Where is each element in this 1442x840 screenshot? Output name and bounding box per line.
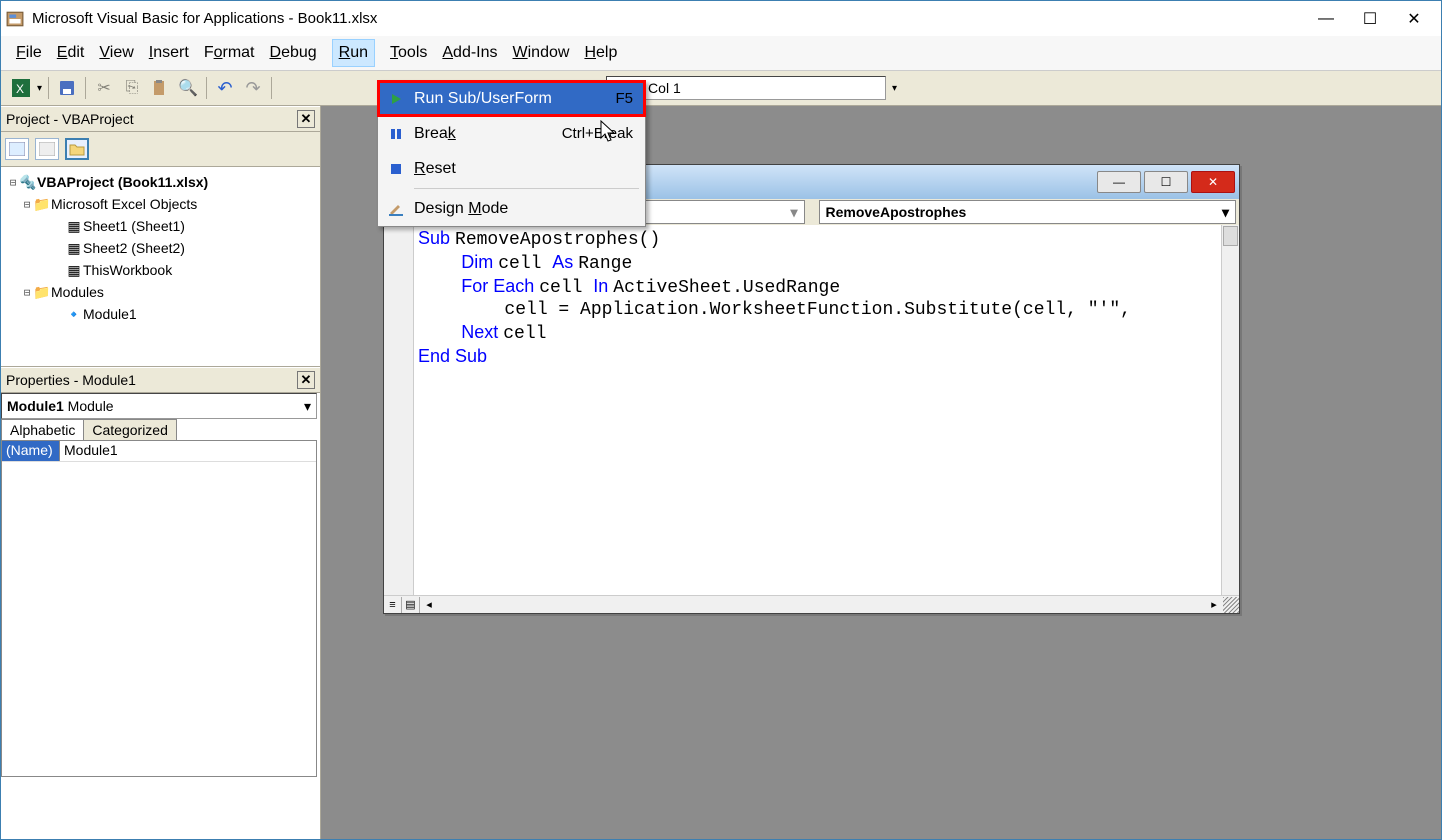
chevron-down-icon: ▾ xyxy=(304,398,311,415)
title-bar: Microsoft Visual Basic for Applications … xyxy=(1,1,1441,36)
menu-file[interactable]: File xyxy=(16,44,42,62)
full-module-view-icon[interactable]: ▤ xyxy=(402,597,420,613)
find-icon[interactable]: 🔍 xyxy=(176,76,200,100)
undo-icon[interactable]: ↶ xyxy=(213,76,237,100)
close-button[interactable]: ✕ xyxy=(1191,171,1235,193)
maximize-button[interactable]: ☐ xyxy=(1144,171,1188,193)
excel-icon[interactable]: X xyxy=(9,76,33,100)
design-icon xyxy=(378,201,414,217)
redo-icon[interactable]: ↷ xyxy=(241,76,265,100)
tree-item-module1[interactable]: 🔹Module1 xyxy=(7,303,314,325)
close-icon[interactable]: ✕ xyxy=(297,110,315,128)
menu-tools[interactable]: Tools xyxy=(390,44,427,62)
code-margin xyxy=(384,225,414,595)
paste-icon[interactable] xyxy=(148,76,172,100)
close-button[interactable]: ✕ xyxy=(1407,12,1421,26)
save-icon[interactable] xyxy=(55,76,79,100)
window-title: Microsoft Visual Basic for Applications … xyxy=(32,10,1319,27)
properties-header: Properties - Module1 ✕ xyxy=(1,367,320,393)
menu-help[interactable]: Help xyxy=(584,44,617,62)
menu-window[interactable]: Window xyxy=(513,44,570,62)
tab-alphabetic[interactable]: Alphabetic xyxy=(1,419,84,440)
property-value[interactable]: Module1 xyxy=(60,441,316,461)
vba-app-icon xyxy=(6,10,24,28)
close-icon[interactable]: ✕ xyxy=(297,371,315,389)
toggle-folders-icon[interactable] xyxy=(65,138,89,160)
properties-grid[interactable]: (Name) Module1 xyxy=(1,441,317,777)
menu-item-reset[interactable]: Reset xyxy=(378,151,645,186)
view-object-icon[interactable] xyxy=(35,138,59,160)
menu-item-run-sub-userform[interactable]: Run Sub/UserFormF5 xyxy=(378,81,645,116)
minimize-button[interactable]: — xyxy=(1319,12,1333,26)
menu-item-design-mode[interactable]: Design Mode xyxy=(378,191,645,226)
horizontal-scrollbar[interactable]: ◂▸ xyxy=(420,598,1223,611)
procedure-combo[interactable]: RemoveApostrophes▾ xyxy=(819,200,1237,224)
code-window: — ☐ ✕ (General)▾ RemoveApostrophes▾ Sub … xyxy=(383,164,1240,614)
menu-item-break[interactable]: BreakCtrl+Break xyxy=(378,116,645,151)
pause-icon xyxy=(378,127,414,141)
copy-icon[interactable]: ⎘ xyxy=(120,76,144,100)
tree-item-workbook[interactable]: ▦ThisWorkbook xyxy=(7,259,314,281)
cursor-position-field: Ln 7, Col 1 xyxy=(606,76,886,100)
property-name: (Name) xyxy=(2,441,60,461)
chevron-down-icon: ▾ xyxy=(1222,204,1229,221)
menu-insert[interactable]: Insert xyxy=(149,44,189,62)
menu-separator xyxy=(414,188,639,189)
cut-icon[interactable]: ✂ xyxy=(92,76,116,100)
svg-text:X: X xyxy=(16,82,24,96)
play-icon xyxy=(378,92,414,106)
vertical-scrollbar[interactable] xyxy=(1221,225,1239,595)
code-editor[interactable]: Sub RemoveApostrophes() Dim cell As Rang… xyxy=(414,225,1221,595)
project-explorer-toolbar xyxy=(1,132,320,167)
menu-view[interactable]: View xyxy=(99,44,133,62)
menu-edit[interactable]: Edit xyxy=(57,44,85,62)
project-tree[interactable]: ⊟🔩VBAProject (Book11.xlsx) ⊟📁Microsoft E… xyxy=(1,167,320,367)
standard-toolbar: X ▾ ✂ ⎘ 🔍 ↶ ↷ ◐ Ln 7, Col 1 ▾ xyxy=(1,71,1441,106)
menu-format[interactable]: Format xyxy=(204,44,255,62)
view-code-icon[interactable] xyxy=(5,138,29,160)
procedure-view-icon[interactable]: ≡ xyxy=(384,597,402,613)
run-menu-dropdown: Run Sub/UserFormF5BreakCtrl+BreakReset De… xyxy=(377,80,646,227)
resize-grip[interactable] xyxy=(1223,597,1239,613)
maximize-button[interactable]: ☐ xyxy=(1363,12,1377,26)
menu-run[interactable]: Run xyxy=(332,39,375,67)
tab-categorized[interactable]: Categorized xyxy=(83,419,177,440)
project-explorer-header: Project - VBAProject ✕ xyxy=(1,106,320,132)
menu-debug[interactable]: Debug xyxy=(270,44,317,62)
menu-addins[interactable]: Add-Ins xyxy=(442,44,497,62)
minimize-button[interactable]: — xyxy=(1097,171,1141,193)
properties-object-select[interactable]: Module1 Module ▾ xyxy=(1,393,317,419)
chevron-down-icon: ▾ xyxy=(790,204,797,221)
tree-item-sheet1[interactable]: ▦Sheet1 (Sheet1) xyxy=(7,215,314,237)
menu-bar: File Edit View Insert Format Debug Run Tools Add… xyxy=(1,36,1441,71)
stop-icon xyxy=(378,162,414,176)
tree-item-sheet2[interactable]: ▦Sheet2 (Sheet2) xyxy=(7,237,314,259)
